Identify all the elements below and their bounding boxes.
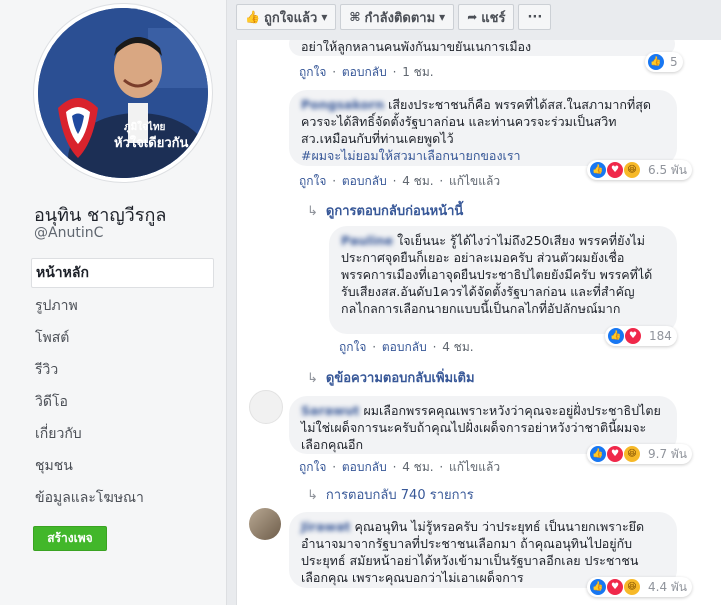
nav-item-community[interactable]: ชุมชน: [31, 452, 214, 484]
share-arrow-icon: ➦: [467, 10, 478, 24]
liked-label: ถูกใจแล้ว: [263, 10, 318, 26]
reaction-count[interactable]: 👍 ♥ 😆 4.4 พัน: [587, 577, 693, 597]
reaction-count[interactable]: 👍 ♥ 184: [605, 326, 677, 346]
comment-text: คุณอนุทิน ไม่รู้หรอครับ ว่าประยุทธ์ เป็น…: [301, 519, 645, 585]
reaction-count-text: 9.7 พัน: [648, 446, 688, 461]
caret-down-icon: ▾: [439, 10, 446, 24]
comment-time[interactable]: 1 ชม.: [402, 65, 433, 79]
following-label: กำลังติดตาม: [364, 10, 436, 26]
reply-arrow-icon: ↳: [307, 488, 318, 503]
reply-link[interactable]: ตอบกลับ: [342, 65, 387, 79]
love-reaction-icon: ♥: [624, 327, 642, 345]
comment-actions: ถูกใจ · ตอบกลับ · 4 ชม.: [339, 340, 474, 354]
like-link[interactable]: ถูกใจ: [299, 65, 326, 79]
comment-time[interactable]: 4 ชม.: [402, 460, 433, 474]
comment-actions: ถูกใจ · ตอบกลับ · 4 ชม. · แก้ไขแล้ว: [299, 174, 501, 188]
liked-button[interactable]: 👍 ถูกใจแล้ว ▾: [236, 4, 337, 30]
page-nav: หน้าหลัก รูปภาพ โพสต์ รีวิว วิดีโอ เกี่ย…: [31, 258, 214, 516]
comment-bubble: อย่าให้ลูกหลานคนพังกันมาขยันเนการเมือง: [289, 40, 675, 56]
comments-feed: อย่าให้ลูกหลานคนพังกันมาขยันเนการเมือง 👍…: [236, 40, 721, 605]
reply-link[interactable]: ตอบกลับ: [342, 460, 387, 474]
reaction-count[interactable]: 👍 ♥ 😆 9.7 พัน: [587, 444, 693, 464]
profile-picture[interactable]: ภูมิใจไทย หัวใจเดียวกัน: [38, 8, 208, 178]
comment-bubble: Pongsakorn เสียงประชาชนก็คือ พรรคที่ได้ส…: [289, 90, 677, 166]
comment-actions: ถูกใจ · ตอบกลับ · 4 ชม. · แก้ไขแล้ว: [299, 460, 501, 474]
reply-link[interactable]: ตอบกลับ: [382, 340, 427, 354]
like-reaction-icon: 👍: [607, 327, 625, 345]
nav-item-videos[interactable]: วิดีโอ: [31, 388, 214, 420]
commenter-avatar[interactable]: [249, 508, 281, 540]
nav-item-photos[interactable]: รูปภาพ: [31, 292, 214, 324]
haha-reaction-icon: 😆: [623, 578, 641, 596]
nav-item-home[interactable]: หน้าหลัก: [31, 258, 214, 288]
haha-reaction-icon: 😆: [623, 445, 641, 463]
reaction-count-text: 5: [670, 55, 678, 69]
caret-down-icon: ▾: [321, 10, 328, 24]
commenter-avatar[interactable]: [249, 390, 283, 424]
like-reaction-icon: 👍: [589, 445, 607, 463]
replies-count-label: การตอบกลับ 740 รายการ: [325, 488, 474, 503]
edited-label[interactable]: แก้ไขแล้ว: [449, 460, 500, 474]
comment-actions: ถูกใจ · ตอบกลับ · 1 ชม.: [299, 65, 434, 79]
nav-item-about[interactable]: เกี่ยวกับ: [31, 420, 214, 452]
rss-icon: ⌘: [349, 10, 361, 24]
like-reaction-icon: 👍: [589, 161, 607, 179]
reply-arrow-icon: ↳: [307, 371, 318, 386]
haha-reaction-icon: 😆: [623, 161, 641, 179]
love-reaction-icon: ♥: [606, 578, 624, 596]
comment-time[interactable]: 4 ชม.: [402, 174, 433, 188]
like-reaction-icon: 👍: [589, 578, 607, 596]
create-page-button[interactable]: สร้างเพจ: [33, 526, 107, 551]
view-replies-count[interactable]: ↳ การตอบกลับ 740 รายการ: [307, 484, 474, 505]
comment-author[interactable]: Sarawut: [301, 403, 359, 418]
reply-arrow-icon: ↳: [307, 204, 318, 219]
like-link[interactable]: ถูกใจ: [299, 460, 326, 474]
edited-label[interactable]: แก้ไขแล้ว: [449, 174, 500, 188]
reaction-count-text: 6.5 พัน: [648, 162, 688, 177]
comment-author[interactable]: Pongsakorn: [301, 97, 384, 112]
view-previous-replies-label: ดูการตอบกลับก่อนหน้านี้: [325, 204, 464, 219]
comment-author[interactable]: Pauline: [341, 233, 393, 248]
like-link[interactable]: ถูกใจ: [339, 340, 366, 354]
share-label: แชร์: [481, 10, 506, 26]
comment-text: อย่าให้ลูกหลานคนพังกันมาขยันเนการเมือง: [301, 40, 532, 54]
reply-bubble: Pauline ใจเย็นนะ รู้ได้ไงว่าไม่ถึง250เสี…: [329, 226, 677, 334]
reaction-count[interactable]: 👍 5: [645, 52, 683, 72]
page-sidebar: ภูมิใจไทย หัวใจเดียวกัน อนุทิน ชาญวีรกูล…: [0, 0, 227, 605]
nav-item-info-ads[interactable]: ข้อมูลและโฆษณา: [31, 484, 214, 516]
reaction-count-text: 184: [649, 329, 672, 343]
more-icon: ···: [527, 9, 543, 25]
comment-author[interactable]: Jirawat: [301, 519, 351, 534]
comment-time[interactable]: 4 ชม.: [442, 340, 473, 354]
thumbs-up-icon: 👍: [245, 10, 260, 24]
profile-picture-frame[interactable]: ภูมิใจไทย หัวใจเดียวกัน: [34, 4, 212, 182]
reply-link[interactable]: ตอบกลับ: [342, 174, 387, 188]
love-reaction-icon: ♥: [606, 445, 624, 463]
view-more-replies[interactable]: ↳ ดูข้อความตอบกลับเพิ่มเติม: [307, 367, 475, 388]
page-action-bar: 👍 ถูกใจแล้ว ▾ ⌘ กำลังติดตาม ▾ ➦ แชร์ ···: [236, 4, 552, 30]
more-button[interactable]: ···: [518, 4, 552, 30]
page-handle[interactable]: @AnutinC: [34, 225, 103, 241]
following-button[interactable]: ⌘ กำลังติดตาม ▾: [340, 4, 455, 30]
nav-item-reviews[interactable]: รีวิว: [31, 356, 214, 388]
hashtag-link[interactable]: #ผมจะไม่ยอมให้สวมาเลือกนายกของเรา: [301, 148, 521, 163]
view-previous-replies[interactable]: ↳ ดูการตอบกลับก่อนหน้านี้: [307, 200, 463, 221]
like-reaction-icon: 👍: [647, 53, 665, 71]
share-button[interactable]: ➦ แชร์: [458, 4, 515, 30]
love-reaction-icon: ♥: [606, 161, 624, 179]
view-more-replies-label: ดูข้อความตอบกลับเพิ่มเติม: [325, 371, 475, 386]
nav-item-posts[interactable]: โพสต์: [31, 324, 214, 356]
avatar-slogan-2: หัวใจเดียวกัน: [114, 136, 189, 151]
reaction-count-text: 4.4 พัน: [648, 579, 688, 594]
reaction-count[interactable]: 👍 ♥ 😆 6.5 พัน: [587, 160, 693, 180]
like-link[interactable]: ถูกใจ: [299, 174, 326, 188]
